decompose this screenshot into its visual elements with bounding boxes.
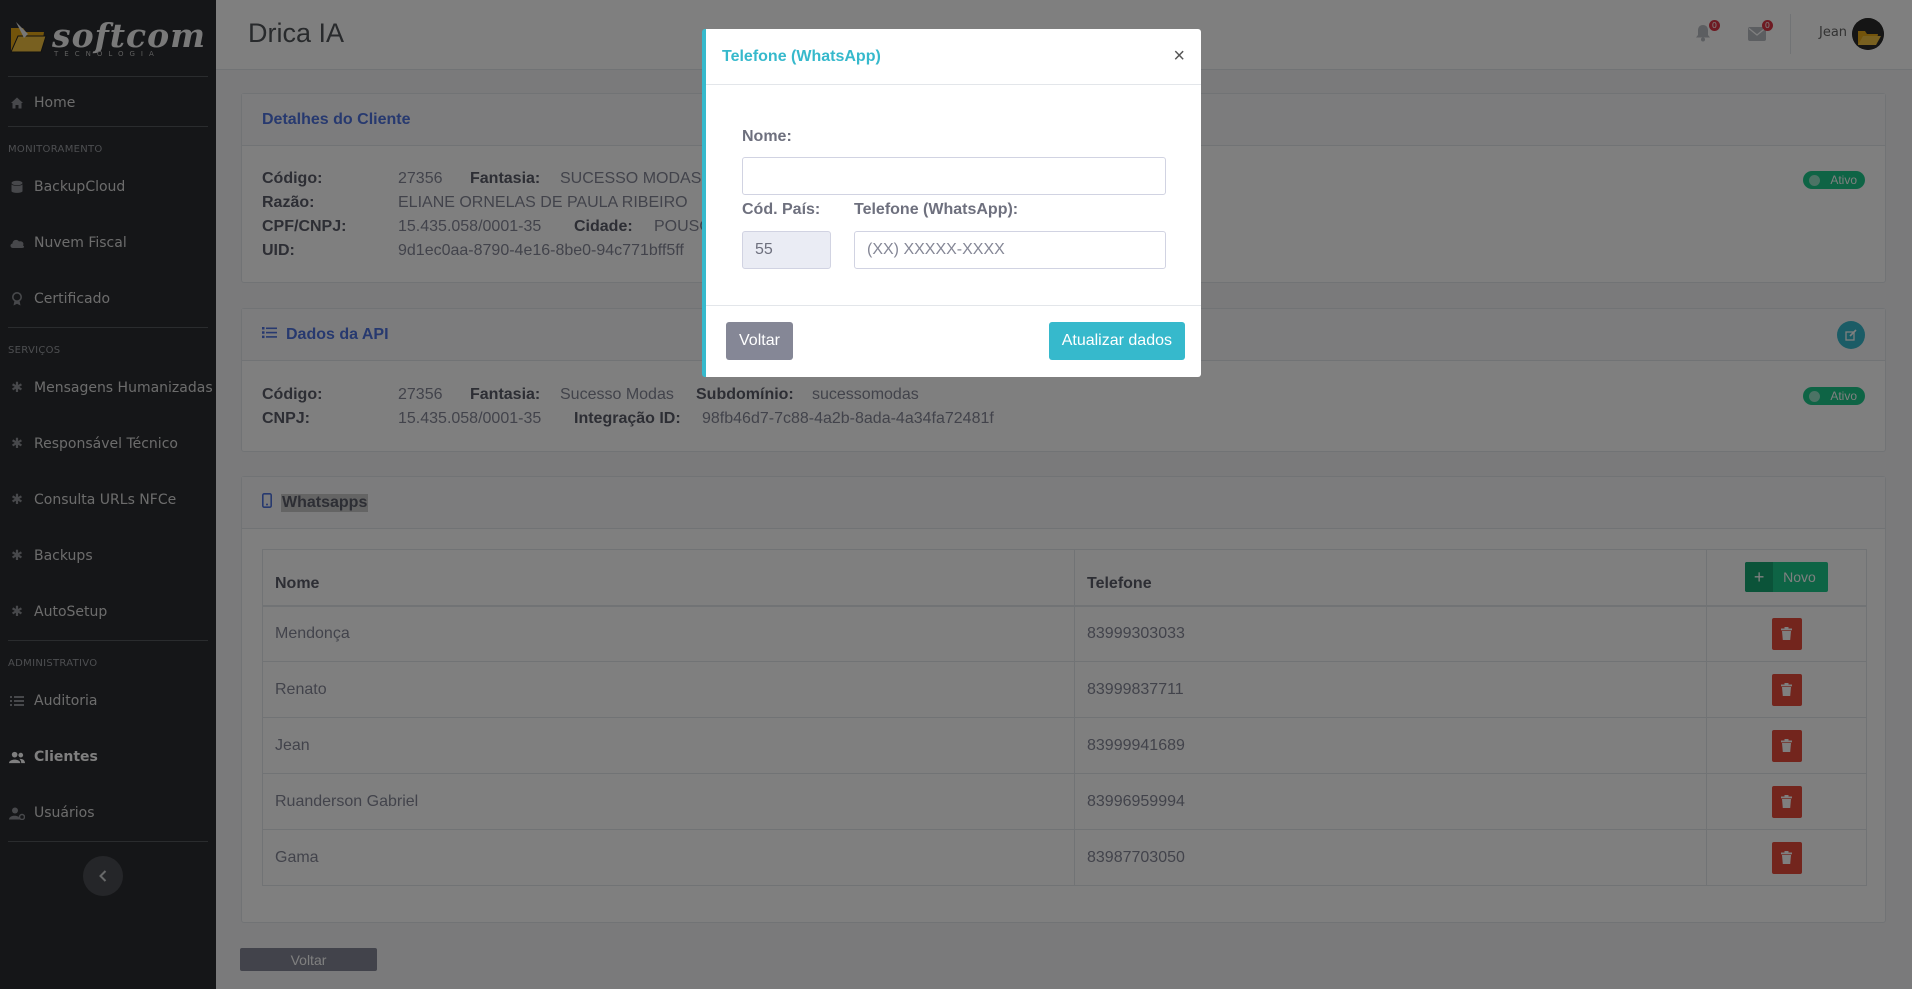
modal-back-button[interactable]: Voltar <box>726 322 793 360</box>
phone-input[interactable] <box>854 231 1166 269</box>
modal-footer: Voltar Atualizar dados <box>706 305 1201 377</box>
nome-input[interactable] <box>742 157 1166 195</box>
pais-label: Cód. País: <box>742 201 821 218</box>
modal-header: Telefone (WhatsApp) <box>706 29 1201 85</box>
close-button[interactable]: × <box>1173 45 1185 68</box>
nome-label: Nome: <box>742 128 792 145</box>
close-icon: × <box>1173 45 1185 67</box>
update-data-button[interactable]: Atualizar dados <box>1048 322 1185 360</box>
telefone-label: Telefone (WhatsApp): <box>854 201 1019 218</box>
country-code-input[interactable] <box>742 231 831 269</box>
whatsapp-phone-modal: Telefone (WhatsApp) × Nome: Cód. País: T… <box>702 29 1201 377</box>
modal-title: Telefone (WhatsApp) <box>722 47 881 65</box>
